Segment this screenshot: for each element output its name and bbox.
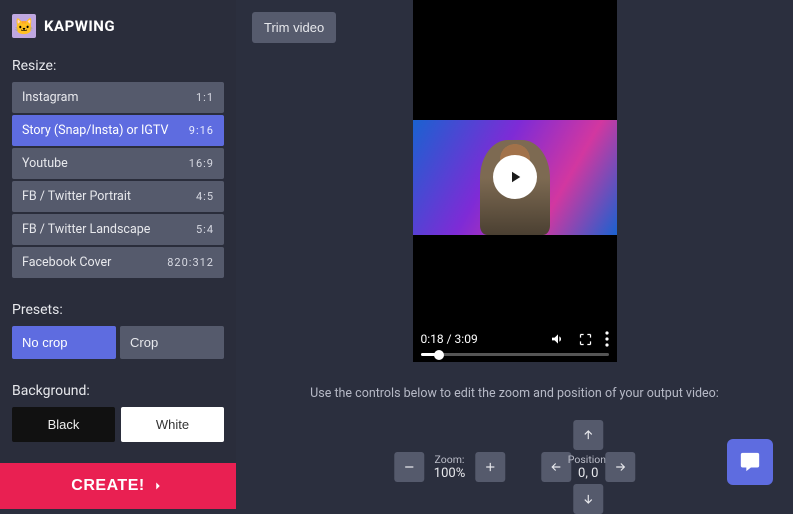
resize-youtube[interactable]: Youtube 16:9 — [12, 148, 224, 179]
create-button-label: CREATE! — [71, 477, 144, 495]
video-time: 0:18 / 3:09 — [421, 332, 478, 346]
video-progress[interactable] — [421, 353, 609, 356]
chat-icon — [739, 451, 761, 473]
resize-option-label: Youtube — [22, 156, 68, 171]
brand-logo: 🐱 — [12, 14, 36, 38]
position-left-button[interactable] — [541, 452, 571, 482]
plus-icon — [483, 460, 497, 474]
minus-icon — [402, 460, 416, 474]
zoom-value: 100% — [434, 466, 465, 481]
position-down-button[interactable] — [573, 484, 603, 514]
chat-button[interactable] — [727, 439, 773, 485]
position-controls: Position: 0, 0 — [541, 420, 635, 514]
output-controls: Zoom: 100% Position: 0, 0 — [394, 420, 635, 514]
resize-fb-cover[interactable]: Facebook Cover 820:312 — [12, 247, 224, 278]
position-up-button[interactable] — [573, 420, 603, 450]
arrow-down-icon — [581, 492, 595, 506]
video-controls: 0:18 / 3:09 — [413, 325, 617, 362]
resize-option-label: FB / Twitter Portrait — [22, 189, 131, 204]
main-canvas: Trim video 0:18 / 3:09 — [236, 0, 793, 509]
brand: 🐱 KAPWING — [12, 14, 224, 38]
preset-no-crop[interactable]: No crop — [12, 326, 116, 359]
video-preview: 0:18 / 3:09 — [413, 0, 617, 362]
play-icon — [506, 168, 524, 186]
resize-instagram[interactable]: Instagram 1:1 — [12, 82, 224, 113]
resize-option-label: Instagram — [22, 90, 78, 105]
position-right-button[interactable] — [605, 452, 635, 482]
fullscreen-icon[interactable] — [578, 332, 593, 347]
sidebar: 🐱 KAPWING Resize: Instagram 1:1 Story (S… — [0, 0, 236, 509]
bg-black-button[interactable]: Black — [12, 407, 115, 442]
preset-crop[interactable]: Crop — [120, 326, 224, 359]
background-section-label: Background: — [12, 383, 224, 399]
arrow-up-icon — [581, 428, 595, 442]
resize-option-ratio: 16:9 — [189, 157, 214, 170]
resize-option-label: Story (Snap/Insta) or IGTV — [22, 123, 168, 138]
bg-white-button[interactable]: White — [121, 407, 224, 442]
resize-options: Instagram 1:1 Story (Snap/Insta) or IGTV… — [12, 82, 224, 278]
volume-icon[interactable] — [550, 331, 566, 347]
resize-option-ratio: 820:312 — [167, 256, 214, 269]
resize-section-label: Resize: — [12, 58, 224, 74]
background-options: Black White — [12, 407, 224, 442]
resize-option-label: Facebook Cover — [22, 255, 111, 270]
zoom-label: Zoom: — [434, 453, 465, 466]
play-button[interactable] — [493, 155, 537, 199]
position-value: 0, 0 — [568, 466, 609, 481]
resize-fb-portrait[interactable]: FB / Twitter Portrait 4:5 — [12, 181, 224, 212]
zoom-controls: Zoom: 100% — [394, 452, 505, 482]
position-label: Position: — [568, 453, 609, 466]
trim-video-button[interactable]: Trim video — [252, 12, 336, 43]
resize-fb-landscape[interactable]: FB / Twitter Landscape 5:4 — [12, 214, 224, 245]
chevron-right-icon — [151, 479, 165, 493]
preset-options: No crop Crop — [12, 326, 224, 359]
zoom-out-button[interactable] — [394, 452, 424, 482]
resize-option-ratio: 4:5 — [196, 190, 214, 203]
video-progress-thumb[interactable] — [434, 350, 444, 360]
more-icon[interactable] — [605, 331, 609, 347]
presets-section-label: Presets: — [12, 302, 224, 318]
arrow-right-icon — [613, 460, 627, 474]
resize-story[interactable]: Story (Snap/Insta) or IGTV 9:16 — [12, 115, 224, 146]
create-button[interactable]: CREATE! — [0, 463, 236, 509]
resize-option-ratio: 9:16 — [189, 124, 214, 137]
resize-option-label: FB / Twitter Landscape — [22, 222, 150, 237]
controls-hint: Use the controls below to edit the zoom … — [310, 386, 719, 401]
brand-name: KAPWING — [44, 17, 115, 35]
resize-option-ratio: 5:4 — [196, 223, 214, 236]
resize-option-ratio: 1:1 — [196, 91, 214, 104]
zoom-in-button[interactable] — [475, 452, 505, 482]
arrow-left-icon — [549, 460, 563, 474]
